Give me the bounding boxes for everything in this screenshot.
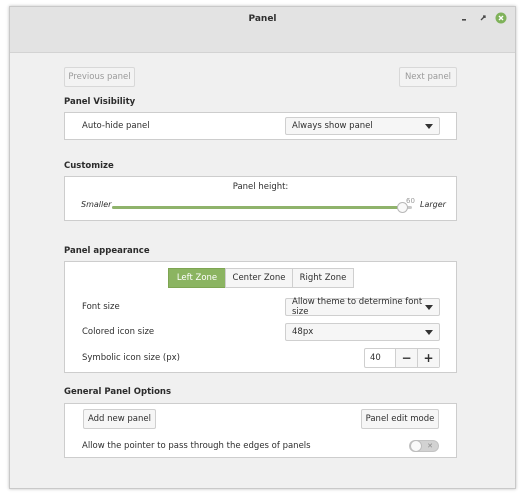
general-options-section: Add new panel Panel edit mode Allow the … <box>64 403 457 458</box>
increment-button[interactable]: + <box>417 349 439 367</box>
panel-settings-content: Previous panel Next panel Panel Visibili… <box>10 54 515 488</box>
close-icon[interactable] <box>495 12 507 24</box>
panel-appearance-heading: Panel appearance <box>64 246 150 256</box>
chevron-down-icon <box>425 124 433 129</box>
customize-heading: Customize <box>64 161 114 171</box>
panel-height-value: 60 <box>406 197 415 205</box>
symbolic-icon-size-label: Symbolic icon size (px) <box>82 353 180 363</box>
toggle-knob <box>410 440 422 452</box>
smaller-label: Smaller <box>81 200 112 209</box>
slider-handle[interactable] <box>397 202 408 213</box>
tab-left-zone[interactable]: Left Zone <box>168 268 226 288</box>
autohide-select[interactable]: Always show panel <box>285 117 440 135</box>
panel-visibility-heading: Panel Visibility <box>64 97 136 107</box>
pointer-pass-toggle[interactable]: ✕ <box>409 440 439 452</box>
larger-label: Larger <box>420 200 446 209</box>
general-options-heading: General Panel Options <box>64 387 172 397</box>
autohide-select-value: Always show panel <box>292 121 373 131</box>
symbolic-icon-size-input[interactable]: 40 <box>365 349 395 367</box>
customize-section: Panel height: Smaller Larger 60 <box>64 176 457 221</box>
font-size-select-value: Allow theme to determine font size <box>292 297 423 317</box>
pointer-pass-label: Allow the pointer to pass through the ed… <box>82 441 311 451</box>
chevron-down-icon <box>425 330 433 335</box>
panel-height-slider[interactable] <box>112 202 412 213</box>
maximize-icon[interactable] <box>477 12 489 24</box>
minimize-icon[interactable] <box>458 12 470 24</box>
tab-right-zone[interactable]: Right Zone <box>292 268 354 288</box>
panel-settings-window: Panel Previous panel Next panel Panel Vi… <box>9 6 516 489</box>
panel-height-label: Panel height: <box>232 182 289 192</box>
window-title: Panel <box>248 14 277 24</box>
colored-icon-size-value: 48px <box>292 327 314 337</box>
tab-center-zone[interactable]: Center Zone <box>225 268 293 288</box>
zone-tabs: Left Zone Center Zone Right Zone <box>168 268 354 288</box>
chevron-down-icon <box>425 305 433 310</box>
font-size-label: Font size <box>82 302 120 312</box>
toggle-off-icon: ✕ <box>427 442 433 450</box>
decrement-button[interactable]: − <box>395 349 417 367</box>
symbolic-icon-size-stepper: 40 − + <box>364 348 440 368</box>
font-size-select[interactable]: Allow theme to determine font size <box>285 297 440 317</box>
colored-icon-size-select[interactable]: 48px <box>285 323 440 341</box>
title-bar[interactable]: Panel <box>10 7 515 53</box>
next-panel-button[interactable]: Next panel <box>399 67 457 87</box>
panel-visibility-section: Auto-hide panel Always show panel <box>64 112 457 140</box>
previous-panel-button[interactable]: Previous panel <box>64 67 135 87</box>
panel-edit-mode-button[interactable]: Panel edit mode <box>361 409 439 429</box>
autohide-label: Auto-hide panel <box>82 121 150 131</box>
add-new-panel-button[interactable]: Add new panel <box>83 409 156 429</box>
colored-icon-size-label: Colored icon size <box>82 327 155 337</box>
slider-fill <box>112 206 403 209</box>
panel-appearance-section: Left Zone Center Zone Right Zone Font si… <box>64 261 457 373</box>
